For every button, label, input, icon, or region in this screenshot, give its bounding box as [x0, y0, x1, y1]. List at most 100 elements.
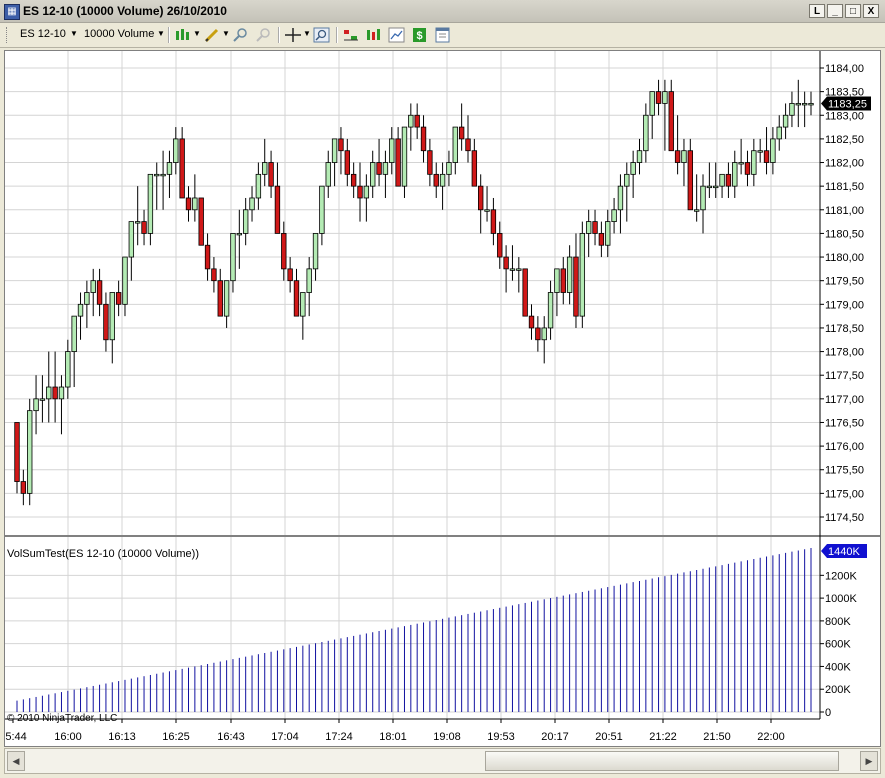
candle-up: [147, 173, 154, 234]
drawing-dropdown-icon[interactable]: ▼: [222, 29, 230, 38]
candle-down: [414, 114, 420, 128]
candle-up: [192, 197, 198, 211]
candle-up: [605, 221, 611, 246]
interval-dropdown-icon[interactable]: ▼: [157, 29, 165, 38]
candle-up: [732, 162, 738, 187]
price-tick-label: 1180,50: [825, 228, 864, 240]
candle-up: [579, 233, 586, 317]
instrument-selector[interactable]: ES 12-10: [20, 28, 66, 40]
price-tick-label: 1180,00: [825, 252, 864, 264]
drawing-pencil-icon[interactable]: [203, 26, 221, 44]
candle-up: [90, 280, 96, 293]
candle-down: [592, 221, 598, 234]
price-tick-label: 1177,50: [825, 370, 864, 382]
candle-up: [706, 185, 713, 189]
maximize-button[interactable]: □: [845, 4, 861, 18]
indicators-icon[interactable]: [365, 26, 383, 44]
indicator-axis[interactable]: 1200K 1000K 800K 600K 400K 200K 0: [820, 570, 857, 719]
chart-area[interactable]: 1184,00 1183,50 1183,00 1182,50 1182,00 1181,…: [0, 50, 881, 747]
candle-down: [141, 221, 147, 234]
strategy-icon[interactable]: [342, 26, 360, 44]
instrument-dropdown-icon[interactable]: ▼: [70, 29, 78, 38]
bar-style-icon[interactable]: [174, 26, 192, 44]
chart-canvas[interactable]: 1184,001183,501183,001182,501182,001181,…: [0, 51, 880, 746]
price-tick-label: 1183,00: [825, 110, 864, 122]
time-axis[interactable]: 15:44 16:00 16:13 16:25 16:43 17:04 17:24 18:01…: [0, 719, 785, 743]
candle-down: [420, 126, 427, 152]
interval-selector[interactable]: 10000 Volume: [84, 28, 154, 40]
candle-up: [262, 162, 268, 175]
price-tick-label: 1181,50: [825, 181, 864, 193]
scroll-thumb[interactable]: [485, 751, 839, 771]
candle-up: [408, 114, 414, 128]
candle-up: [611, 209, 617, 223]
crosshair-icon[interactable]: [284, 26, 302, 44]
candle-up: [389, 138, 395, 163]
time-tick-label: 15:44: [5, 731, 27, 743]
candle-up: [776, 126, 782, 140]
candle-up: [319, 185, 325, 234]
price-axis[interactable]: 1184,001183,501183,001182,501182,001181,…: [820, 63, 864, 524]
candle-up: [223, 280, 230, 317]
candle-up: [662, 91, 668, 104]
horizontal-scrollbar[interactable]: ◀ ▶: [4, 748, 881, 774]
candle-up: [39, 398, 46, 401]
zoom-out-icon[interactable]: [255, 26, 273, 44]
candle-up: [27, 410, 33, 494]
candle-down: [211, 268, 217, 282]
candle-up: [624, 173, 630, 187]
price-tick-label: 1182,00: [825, 158, 864, 170]
candle-down: [522, 268, 528, 317]
candle-down: [465, 138, 471, 152]
indicator-tick-label: 400K: [825, 661, 851, 673]
candle-up: [109, 292, 115, 341]
time-tick-label: 20:17: [541, 731, 569, 743]
candle-down: [744, 162, 751, 175]
candle-up: [547, 292, 554, 329]
scroll-left-button[interactable]: ◀: [7, 751, 25, 771]
candle-up: [122, 256, 128, 305]
candle-down: [668, 91, 674, 152]
chart-trader-icon[interactable]: [388, 26, 406, 44]
properties-icon[interactable]: [434, 26, 452, 44]
candle-up: [331, 138, 338, 163]
price-tick-label: 1181,00: [825, 205, 864, 217]
candle-up: [71, 315, 77, 352]
candle-up: [484, 209, 490, 212]
price-tick-label: 1174,50: [825, 512, 864, 524]
candle-up: [681, 150, 687, 163]
time-tick-label: 21:50: [703, 731, 731, 743]
minimize-button[interactable]: _: [827, 4, 843, 18]
window-titlebar[interactable]: ▦ ES 12-10 (10000 Volume) 26/10/2010 L _…: [0, 0, 885, 23]
scroll-right-button[interactable]: ▶: [860, 751, 878, 771]
time-tick-label: 19:08: [433, 731, 461, 743]
link-button[interactable]: L: [809, 4, 825, 18]
candle-up: [751, 150, 757, 175]
bar-style-dropdown-icon[interactable]: ▼: [193, 29, 201, 38]
order-icon[interactable]: $: [411, 26, 429, 44]
chart-toolbar: ES 12-10 ▼ 10000 Volume ▼ ▼ ▼ ▼ $: [0, 23, 885, 48]
search-icon[interactable]: [313, 26, 331, 44]
candle-up: [757, 150, 763, 153]
indicator-tick-label: 1200K: [825, 570, 857, 582]
candle-down: [763, 150, 770, 163]
candle-up: [128, 221, 135, 258]
candle-up: [160, 173, 166, 177]
crosshair-dropdown-icon[interactable]: ▼: [303, 29, 311, 38]
candle-up: [300, 292, 306, 317]
candle-down: [281, 233, 287, 270]
candle-up: [77, 303, 84, 317]
candle-down: [674, 150, 681, 163]
candle-down: [268, 162, 274, 187]
candle-up: [363, 185, 370, 199]
candle-down: [598, 233, 605, 246]
candle-down: [725, 173, 732, 187]
candle-up: [84, 292, 90, 305]
zoom-in-icon[interactable]: [232, 26, 250, 44]
candle-up: [249, 197, 255, 211]
close-button[interactable]: X: [863, 4, 879, 18]
toolbar-grip[interactable]: [6, 27, 10, 43]
candle-down: [560, 268, 566, 293]
candle-down: [103, 303, 109, 341]
candle-down: [687, 150, 693, 211]
